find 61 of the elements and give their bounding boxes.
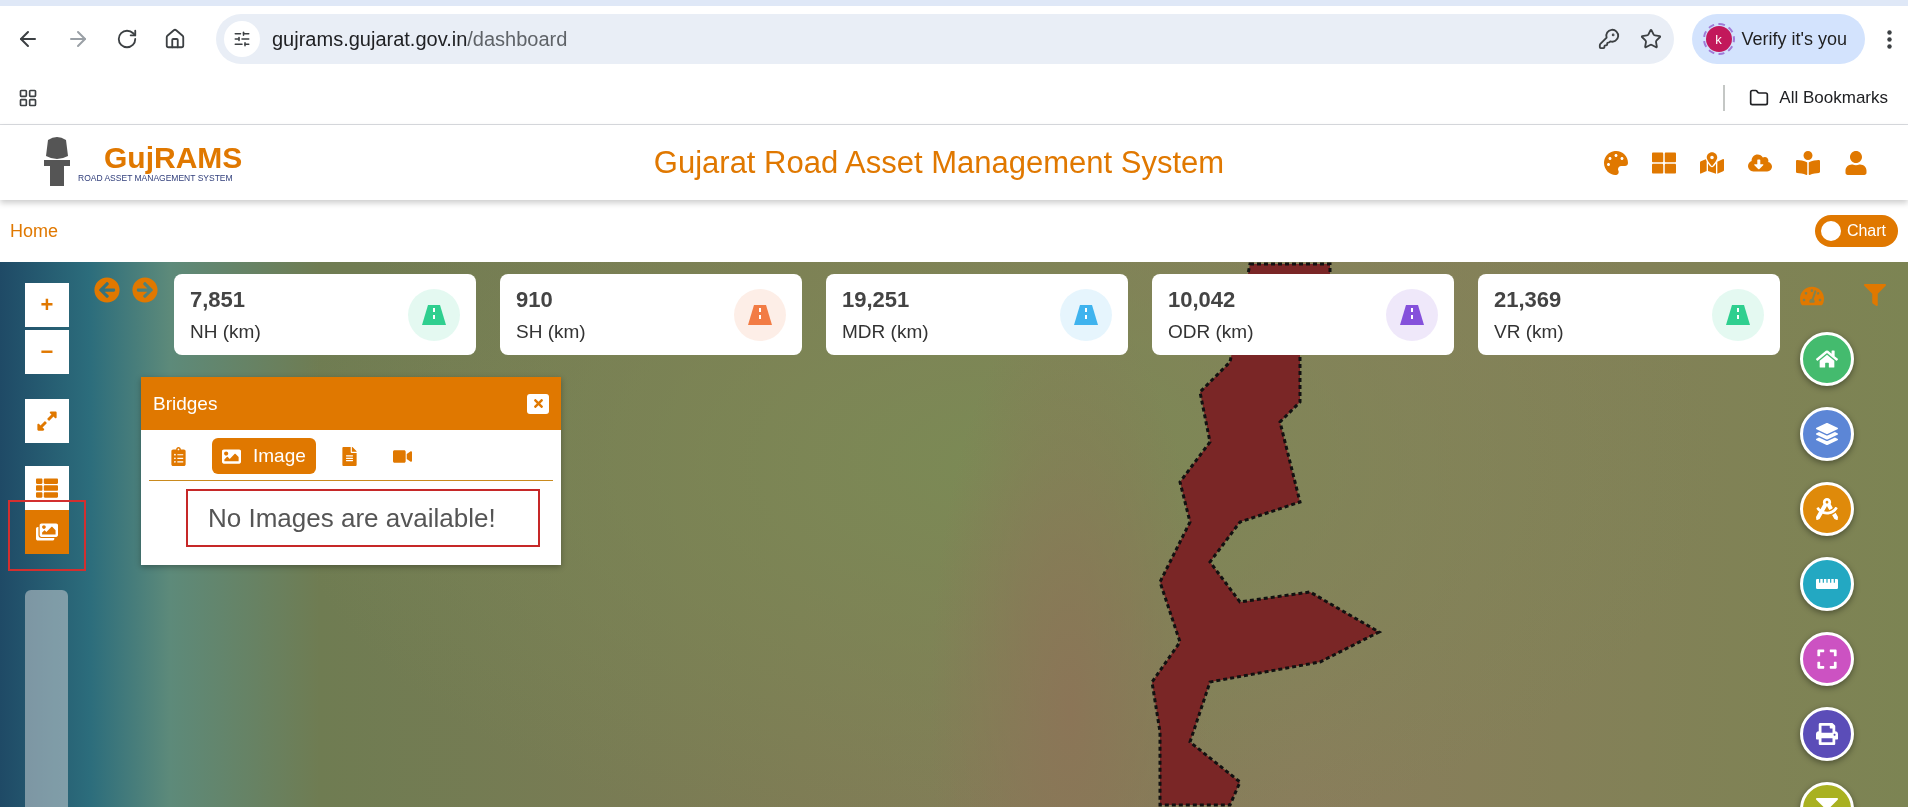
fullscreen-icon — [1816, 648, 1838, 670]
site-info-button[interactable] — [224, 21, 260, 57]
stat-label: ODR (km) — [1168, 320, 1254, 343]
full-extent-button[interactable] — [25, 399, 69, 443]
home-icon — [164, 28, 186, 50]
document-icon — [339, 446, 359, 466]
image-tab[interactable]: Image — [212, 438, 316, 474]
home-icon — [1816, 348, 1838, 370]
expand-arrows-icon — [36, 410, 58, 432]
apps-grid-icon — [18, 88, 38, 108]
compass-icon — [1816, 498, 1838, 520]
logo-title: GujRAMS — [103, 142, 243, 173]
road-icon — [408, 288, 460, 341]
home-breadcrumb[interactable]: Home — [10, 220, 58, 242]
stat-value: 19,251 — [842, 286, 911, 313]
more-dots-icon — [1887, 29, 1892, 49]
road-icon — [1712, 288, 1764, 341]
zoom-in-button[interactable]: + — [25, 283, 69, 327]
road-icon — [1060, 288, 1112, 341]
stat-label: SH (km) — [516, 320, 586, 343]
road-icon — [1386, 288, 1438, 341]
zoom-out-button[interactable]: − — [25, 330, 69, 374]
printer-icon — [1816, 723, 1838, 745]
close-icon — [531, 397, 545, 410]
grid-button[interactable] — [1652, 150, 1676, 175]
reload-icon — [116, 28, 138, 50]
stat-value: 910 — [516, 286, 554, 313]
list-icon — [36, 477, 58, 499]
folder-icon — [1749, 88, 1770, 108]
stat-label: MDR (km) — [842, 320, 929, 343]
layers-icon — [1816, 423, 1838, 445]
stat-label: NH (km) — [190, 320, 261, 343]
address-bar[interactable]: gujrams.gujarat.gov.in/dashboard — [216, 14, 1674, 64]
page-title: Gujarat Road Asset Management System — [652, 144, 1226, 181]
profile-button[interactable]: k Verify it's you — [1691, 14, 1865, 64]
sliders-icon — [233, 30, 251, 48]
table-button[interactable] — [25, 466, 69, 510]
user-button[interactable] — [1844, 150, 1868, 175]
palette-button[interactable] — [1604, 150, 1628, 175]
popup-title: Bridges — [153, 392, 218, 415]
profile-avatar: k — [1705, 26, 1732, 52]
chart-toggle[interactable]: Chart — [1814, 215, 1898, 247]
gallery-button[interactable] — [25, 510, 69, 554]
stat-label: VR (km) — [1494, 320, 1564, 343]
stat-value: 7,851 — [190, 286, 247, 313]
close-button[interactable] — [527, 393, 549, 414]
image-icon — [222, 446, 241, 466]
no-images-message: No Images are available! — [186, 489, 540, 547]
key-icon — [1597, 28, 1620, 50]
url-text: gujrams.gujarat.gov.in/dashboard — [272, 27, 569, 51]
profile-label: Verify it's you — [1741, 28, 1847, 50]
reader-button[interactable] — [1796, 150, 1820, 175]
clipboard-icon — [169, 446, 188, 466]
images-icon — [36, 521, 58, 543]
gauge-icon — [1800, 284, 1824, 308]
star-icon — [1639, 28, 1662, 50]
stat-value: 10,042 — [1168, 286, 1237, 313]
all-bookmarks-button[interactable]: All Bookmarks — [1723, 85, 1894, 111]
stat-value: 21,369 — [1494, 286, 1563, 313]
road-icon — [734, 288, 786, 341]
map-marker-button[interactable] — [1700, 150, 1724, 175]
